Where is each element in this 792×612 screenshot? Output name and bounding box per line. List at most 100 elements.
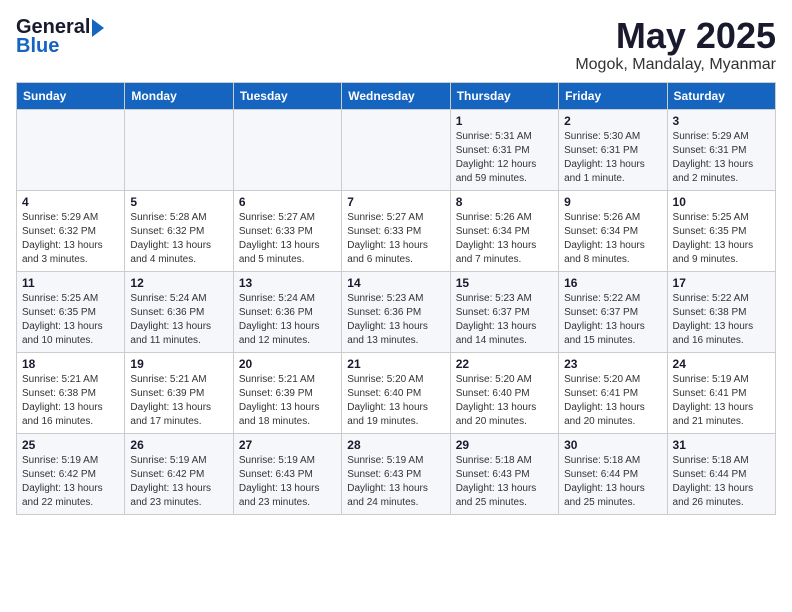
page-header: General Blue May 2025 Mogok, Mandalay, M…	[16, 16, 776, 74]
day-cell-18: 18Sunrise: 5:21 AM Sunset: 6:38 PM Dayli…	[17, 352, 125, 433]
day-number: 15	[456, 276, 553, 290]
day-number: 24	[673, 357, 770, 371]
day-info: Sunrise: 5:26 AM Sunset: 6:34 PM Dayligh…	[456, 211, 553, 267]
day-info: Sunrise: 5:19 AM Sunset: 6:42 PM Dayligh…	[22, 454, 119, 510]
day-number: 22	[456, 357, 553, 371]
day-number: 8	[456, 195, 553, 209]
day-info: Sunrise: 5:22 AM Sunset: 6:38 PM Dayligh…	[673, 292, 770, 348]
day-number: 19	[130, 357, 227, 371]
header-day-tuesday: Tuesday	[233, 82, 341, 109]
day-info: Sunrise: 5:24 AM Sunset: 6:36 PM Dayligh…	[130, 292, 227, 348]
day-cell-26: 26 Sunrise: 5:19 AM Sunset: 6:42 PM Dayli…	[125, 433, 233, 514]
day-cell-19: 19 Sunrise: 5:21 AM Sunset: 6:39 PM Dayli…	[125, 352, 233, 433]
day-number: 17	[673, 276, 770, 290]
day-cell-17: 17 Sunrise: 5:22 AM Sunset: 6:38 PM Dayli…	[667, 271, 775, 352]
day-cell-5: 5 Sunrise: 5:28 AM Sunset: 6:32 PM Daylig…	[125, 190, 233, 271]
title-block: May 2025 Mogok, Mandalay, Myanmar	[575, 16, 776, 74]
header-day-wednesday: Wednesday	[342, 82, 450, 109]
day-number: 16	[564, 276, 661, 290]
week-row-5: 25 Sunrise: 5:19 AM Sunset: 6:42 PM Dayli…	[17, 433, 776, 514]
day-number: 2	[564, 114, 661, 128]
week-row-1: 1 Sunrise: 5:31 AM Sunset: 6:31 PM Daylig…	[17, 109, 776, 190]
day-info: Sunrise: 5:21 AM Sunset: 6:39 PM Dayligh…	[239, 373, 336, 429]
day-cell-31: 31Sunrise: 5:18 AM Sunset: 6:44 PM Dayli…	[667, 433, 775, 514]
day-info: Sunrise: 5:18 AM Sunset: 6:44 PM Dayligh…	[564, 454, 661, 510]
day-info: Sunrise: 5:21 AM Sunset: 6:39 PM Dayligh…	[130, 373, 227, 429]
calendar-table: SundayMondayTuesdayWednesdayThursdayFrid…	[16, 82, 776, 515]
day-info: Sunrise: 5:18 AM Sunset: 6:43 PM Dayligh…	[456, 454, 553, 510]
day-cell-3: 3Sunrise: 5:29 AM Sunset: 6:31 PM Daylig…	[667, 109, 775, 190]
day-number: 18	[22, 357, 119, 371]
day-cell-9: 9 Sunrise: 5:26 AM Sunset: 6:34 PM Daylig…	[559, 190, 667, 271]
day-number: 23	[564, 357, 661, 371]
day-number: 26	[130, 438, 227, 452]
day-cell-28: 28 Sunrise: 5:19 AM Sunset: 6:43 PM Dayli…	[342, 433, 450, 514]
day-info: Sunrise: 5:22 AM Sunset: 6:37 PM Dayligh…	[564, 292, 661, 348]
day-cell-11: 11 Sunrise: 5:25 AM Sunset: 6:35 PM Dayli…	[17, 271, 125, 352]
day-number: 12	[130, 276, 227, 290]
day-number: 3	[673, 114, 770, 128]
day-cell-21: 21Sunrise: 5:20 AM Sunset: 6:40 PM Dayli…	[342, 352, 450, 433]
day-info: Sunrise: 5:19 AM Sunset: 6:43 PM Dayligh…	[239, 454, 336, 510]
day-info: Sunrise: 5:23 AM Sunset: 6:36 PM Dayligh…	[347, 292, 444, 348]
day-cell-8: 8 Sunrise: 5:26 AM Sunset: 6:34 PM Daylig…	[450, 190, 558, 271]
day-cell-13: 13Sunrise: 5:24 AM Sunset: 6:36 PM Dayli…	[233, 271, 341, 352]
day-number: 1	[456, 114, 553, 128]
day-info: Sunrise: 5:25 AM Sunset: 6:35 PM Dayligh…	[673, 211, 770, 267]
day-number: 13	[239, 276, 336, 290]
header-row: SundayMondayTuesdayWednesdayThursdayFrid…	[17, 82, 776, 109]
month-year-title: May 2025	[575, 16, 776, 56]
empty-cell	[233, 109, 341, 190]
day-info: Sunrise: 5:19 AM Sunset: 6:41 PM Dayligh…	[673, 373, 770, 429]
day-cell-2: 2 Sunrise: 5:30 AM Sunset: 6:31 PM Daylig…	[559, 109, 667, 190]
day-number: 28	[347, 438, 444, 452]
day-cell-24: 24 Sunrise: 5:19 AM Sunset: 6:41 PM Dayli…	[667, 352, 775, 433]
day-cell-6: 6Sunrise: 5:27 AM Sunset: 6:33 PM Daylig…	[233, 190, 341, 271]
header-day-thursday: Thursday	[450, 82, 558, 109]
day-cell-1: 1 Sunrise: 5:31 AM Sunset: 6:31 PM Daylig…	[450, 109, 558, 190]
day-info: Sunrise: 5:23 AM Sunset: 6:37 PM Dayligh…	[456, 292, 553, 348]
day-info: Sunrise: 5:30 AM Sunset: 6:31 PM Dayligh…	[564, 130, 661, 186]
header-day-sunday: Sunday	[17, 82, 125, 109]
day-info: Sunrise: 5:19 AM Sunset: 6:43 PM Dayligh…	[347, 454, 444, 510]
day-info: Sunrise: 5:27 AM Sunset: 6:33 PM Dayligh…	[347, 211, 444, 267]
day-info: Sunrise: 5:31 AM Sunset: 6:31 PM Dayligh…	[456, 130, 553, 186]
week-row-4: 18Sunrise: 5:21 AM Sunset: 6:38 PM Dayli…	[17, 352, 776, 433]
location-subtitle: Mogok, Mandalay, Myanmar	[575, 56, 776, 74]
day-number: 20	[239, 357, 336, 371]
day-number: 31	[673, 438, 770, 452]
day-number: 14	[347, 276, 444, 290]
day-info: Sunrise: 5:29 AM Sunset: 6:32 PM Dayligh…	[22, 211, 119, 267]
day-cell-22: 22 Sunrise: 5:20 AM Sunset: 6:40 PM Dayli…	[450, 352, 558, 433]
day-info: Sunrise: 5:20 AM Sunset: 6:40 PM Dayligh…	[456, 373, 553, 429]
day-number: 29	[456, 438, 553, 452]
day-cell-10: 10 Sunrise: 5:25 AM Sunset: 6:35 PM Dayli…	[667, 190, 775, 271]
day-cell-30: 30 Sunrise: 5:18 AM Sunset: 6:44 PM Dayli…	[559, 433, 667, 514]
day-info: Sunrise: 5:27 AM Sunset: 6:33 PM Dayligh…	[239, 211, 336, 267]
day-cell-15: 15 Sunrise: 5:23 AM Sunset: 6:37 PM Dayli…	[450, 271, 558, 352]
day-number: 10	[673, 195, 770, 209]
calendar-header: SundayMondayTuesdayWednesdayThursdayFrid…	[17, 82, 776, 109]
logo-blue: Blue	[16, 35, 59, 58]
day-number: 9	[564, 195, 661, 209]
day-info: Sunrise: 5:28 AM Sunset: 6:32 PM Dayligh…	[130, 211, 227, 267]
day-number: 4	[22, 195, 119, 209]
day-number: 30	[564, 438, 661, 452]
empty-cell	[342, 109, 450, 190]
day-cell-4: 4 Sunrise: 5:29 AM Sunset: 6:32 PM Daylig…	[17, 190, 125, 271]
day-info: Sunrise: 5:26 AM Sunset: 6:34 PM Dayligh…	[564, 211, 661, 267]
day-info: Sunrise: 5:20 AM Sunset: 6:41 PM Dayligh…	[564, 373, 661, 429]
day-number: 25	[22, 438, 119, 452]
day-number: 7	[347, 195, 444, 209]
day-number: 5	[130, 195, 227, 209]
day-cell-27: 27Sunrise: 5:19 AM Sunset: 6:43 PM Dayli…	[233, 433, 341, 514]
day-cell-14: 14 Sunrise: 5:23 AM Sunset: 6:36 PM Dayli…	[342, 271, 450, 352]
header-day-saturday: Saturday	[667, 82, 775, 109]
day-cell-23: 23 Sunrise: 5:20 AM Sunset: 6:41 PM Dayli…	[559, 352, 667, 433]
day-cell-25: 25 Sunrise: 5:19 AM Sunset: 6:42 PM Dayli…	[17, 433, 125, 514]
empty-cell	[17, 109, 125, 190]
day-number: 11	[22, 276, 119, 290]
day-cell-29: 29 Sunrise: 5:18 AM Sunset: 6:43 PM Dayli…	[450, 433, 558, 514]
day-info: Sunrise: 5:19 AM Sunset: 6:42 PM Dayligh…	[130, 454, 227, 510]
day-info: Sunrise: 5:25 AM Sunset: 6:35 PM Dayligh…	[22, 292, 119, 348]
